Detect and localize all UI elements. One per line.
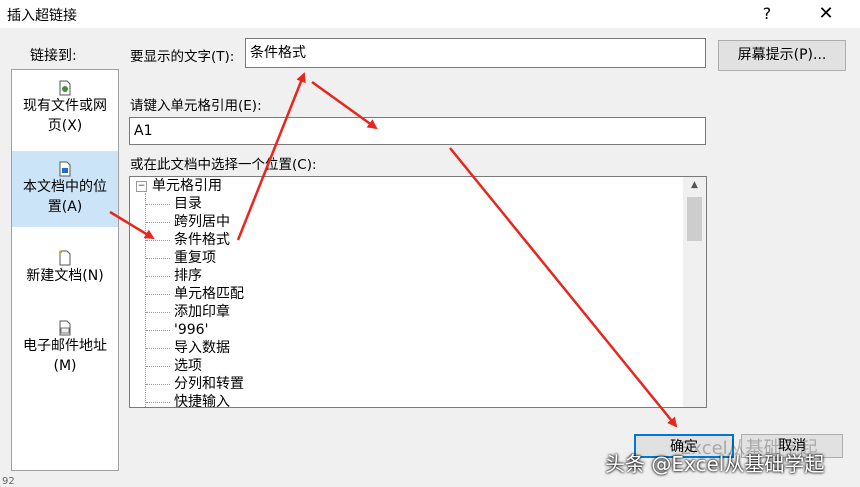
help-button[interactable]: ? xyxy=(744,0,790,28)
link-to-label: 链接到: xyxy=(30,48,77,64)
scroll-up-icon[interactable]: ▲ xyxy=(683,177,706,194)
email-icon xyxy=(59,320,71,336)
tree-item[interactable]: 重复项 xyxy=(146,249,216,267)
watermark-text: 头条 @Excel从基础学起 xyxy=(605,452,825,476)
tree-item[interactable]: 目录 xyxy=(146,195,202,213)
tree-item[interactable]: 排序 xyxy=(146,267,202,285)
document-place-icon xyxy=(59,161,71,177)
tree-item[interactable]: 条件格式 xyxy=(146,231,230,249)
dialog-title: 插入超链接 xyxy=(7,8,77,24)
place-tree[interactable]: − 单元格引用 目录 跨列居中 条件格式 重复项 排序 单元格匹配 添加印章 '9… xyxy=(129,176,707,408)
sidebar-item-existing-file[interactable]: 现有文件或网 页(X) xyxy=(12,80,118,146)
close-button[interactable]: ✕ xyxy=(803,0,849,28)
title-bar: 插入超链接 ? ✕ xyxy=(0,0,860,28)
tree-item[interactable]: 快捷输入 xyxy=(146,393,230,407)
cell-reference-input[interactable]: A1 xyxy=(129,117,706,145)
file-web-icon xyxy=(59,80,71,96)
tree-item[interactable]: 单元格匹配 xyxy=(146,285,244,303)
tree-item[interactable]: 分列和转置 xyxy=(146,375,244,393)
display-text-input[interactable]: 条件格式 xyxy=(245,38,706,68)
collapse-icon[interactable]: − xyxy=(136,180,147,192)
tree-item[interactable]: 导入数据 xyxy=(146,339,230,357)
tree-item[interactable]: '996' xyxy=(145,321,208,339)
link-type-panel: 现有文件或网 页(X) 本文档中的位 置(A) 新建文档(N) 电子邮件地址 (… xyxy=(11,69,119,471)
sidebar-item-email[interactable]: 电子邮件地址 (M) xyxy=(12,320,118,380)
place-in-document-label: 或在此文档中选择一个位置(C): xyxy=(130,157,317,173)
tree-root-cell-reference[interactable]: − 单元格引用 xyxy=(136,177,222,195)
tree-item[interactable]: 跨列居中 xyxy=(146,213,230,231)
new-document-icon xyxy=(59,250,71,266)
tree-item[interactable]: 添加印章 xyxy=(146,303,230,321)
scroll-thumb[interactable] xyxy=(687,197,702,241)
tree-scrollbar[interactable]: ▲ xyxy=(683,177,706,407)
tree-item[interactable]: 选项 xyxy=(146,357,202,375)
tree-connector xyxy=(145,193,146,407)
cell-reference-label: 请键入单元格引用(E): xyxy=(130,98,262,114)
screen-tip-button[interactable]: 屏幕提示(P)... xyxy=(718,40,846,71)
sidebar-item-place-in-document[interactable]: 本文档中的位 置(A) xyxy=(12,151,118,227)
row-number: 92 xyxy=(2,476,15,487)
display-text-label: 要显示的文字(T): xyxy=(130,49,235,65)
sidebar-item-new-document[interactable]: 新建文档(N) xyxy=(12,250,118,296)
